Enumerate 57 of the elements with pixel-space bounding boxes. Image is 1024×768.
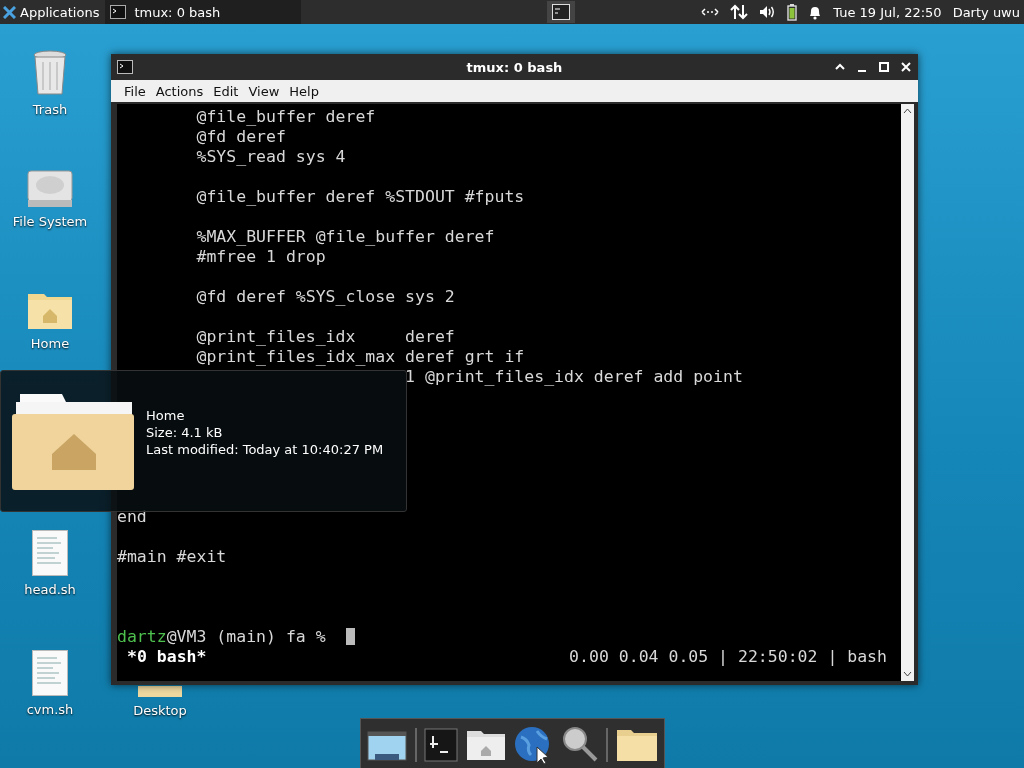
prompt-user: dartz [117,627,167,646]
network-icon[interactable] [701,6,720,18]
icon-label[interactable]: head.sh [24,582,76,597]
code-line: %MAX_BUFFER @file_buffer deref [195,227,495,247]
icon-label[interactable]: Home [30,336,70,351]
volume-icon[interactable] [759,5,777,19]
terminal-icon [110,5,127,19]
menu-item[interactable]: Actions [150,83,209,99]
battery-icon[interactable] [787,3,798,21]
tooltip-title: Home [146,406,186,424]
tmux-window-tab[interactable]: *0 bash* [127,647,207,667]
hard-drive-icon[interactable] [27,170,73,208]
maximize-icon[interactable] [878,61,890,73]
search-icon[interactable] [560,726,599,764]
code-line: @fd deref [195,127,286,147]
code-line: #main #exit [117,547,227,567]
tooltip-modified: Last modified: Today at 10:40:27 PM [146,440,384,458]
terminal-icon [552,4,571,20]
x-logo-icon [3,5,16,19]
prompt-text: @VM3 (main) fa % [166,627,326,646]
taskbar-button[interactable]: tmux: 0 bash [105,0,302,24]
home-folder-icon [12,392,134,490]
show-desktop-icon[interactable] [367,728,407,762]
terminal-icon [117,60,133,74]
folder-icon[interactable] [615,728,658,762]
home-folder-icon[interactable] [465,729,506,761]
workspace-switcher[interactable] [547,1,576,23]
code-line: @print_files_idx deref [195,327,455,347]
bell-icon[interactable] [808,4,823,20]
clock[interactable]: Tue 19 Jul, 22:50 [833,4,942,20]
trash-can-icon[interactable] [32,50,68,96]
window-title: tmux: 0 bash [466,59,563,75]
tooltip-size: Size: 4.1 kB [146,423,224,441]
applications-menu[interactable]: Applications [0,0,106,24]
terminal-icon[interactable] [424,728,459,762]
code-line: @file_buffer deref %STDOUT #fputs [195,187,525,207]
code-line: %SYS_read sys 4 [195,147,346,167]
code-line: @print_files_idx_max deref grt if [195,347,525,367]
code-line: @fd deref %SYS_close sys 2 [195,287,455,307]
code-line: @file_buffer deref [195,107,376,127]
transfer-arrows-icon[interactable] [730,4,749,20]
code-line: end [117,507,147,527]
icon-label[interactable]: cvm.sh [26,702,74,717]
code-line: #mfree 1 drop [195,247,326,267]
user-name[interactable]: Darty uwu [952,4,1020,20]
icon-label[interactable]: Desktop [133,703,187,718]
code-line: 1 @print_files_idx deref add point [404,367,743,387]
menu-item[interactable]: Help [284,83,324,99]
tmux-status-info: 0.00 0.04 0.05 | 22:50:02 | bash [569,647,887,667]
scrollbar[interactable] [901,104,914,681]
text-cursor [345,628,355,645]
close-icon[interactable] [900,61,912,73]
menu-item[interactable]: View [243,83,285,99]
scroll-up-icon[interactable] [903,108,912,114]
menu-item[interactable]: File [119,83,151,99]
menu-item[interactable]: Edit [208,83,244,99]
scroll-down-icon[interactable] [903,671,912,677]
